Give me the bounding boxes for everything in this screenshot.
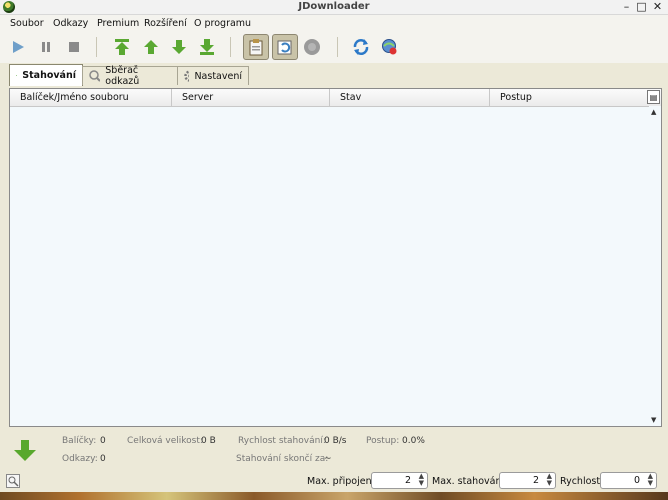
clipboard-watch-icon[interactable] (243, 34, 269, 60)
stop-icon[interactable] (62, 35, 86, 59)
column-header-package[interactable]: Balíček/Jméno souboru (10, 89, 172, 106)
move-to-bottom-icon[interactable] (195, 35, 219, 59)
toolbar-separator (230, 37, 231, 57)
packages-value: 0 (100, 436, 106, 446)
vertical-scrollbar[interactable]: ▲ ▼ (649, 106, 661, 426)
desktop-background-strip (0, 492, 668, 500)
eta-label: Stahování skončí za: (236, 454, 329, 464)
speed-value: 0 B/s (324, 436, 347, 446)
maximize-button[interactable]: □ (634, 0, 649, 14)
tab-nastaveni[interactable]: Nastavení (177, 66, 249, 85)
max-connections-label: Max. připojení (307, 476, 375, 487)
toolbar (0, 33, 668, 63)
auto-reconnect-icon[interactable] (272, 34, 298, 60)
column-header-status[interactable]: Stav (330, 89, 490, 106)
tab-label: Nastavení (194, 70, 242, 82)
column-header-server[interactable]: Server (172, 89, 330, 106)
links-label: Odkazy: (62, 454, 98, 464)
play-icon[interactable] (6, 35, 30, 59)
max-connections-value: 2 (404, 475, 411, 486)
max-downloads-value: 2 (532, 475, 539, 486)
speed-label: Rychlost stahování: (238, 436, 326, 446)
total-size-value: 0 B (201, 436, 216, 446)
download-arrow-icon (16, 75, 18, 77)
tab-bar: Stahování Sběrač odkazů Nastavení (0, 64, 668, 87)
links-value: 0 (100, 454, 106, 464)
download-big-arrow-icon (14, 440, 36, 461)
column-header-progress[interactable]: Postup (490, 89, 646, 106)
progress-label: Postup: (366, 436, 400, 446)
tab-label: Sběrač odkazů (105, 65, 140, 87)
tab-stahovani[interactable]: Stahování (9, 64, 83, 86)
speed-limit-value: 0 (633, 475, 640, 486)
close-button[interactable]: ✕ (650, 0, 665, 14)
gear-icon (184, 70, 190, 82)
tab-sberac-odkazu[interactable]: Sběrač odkazů (82, 65, 178, 87)
download-table[interactable]: Balíček/Jméno souboru Server Stav Postup… (9, 88, 662, 427)
menu-premium[interactable]: Premium (97, 18, 139, 29)
spinner-arrows-icon[interactable]: ▲ ▼ (648, 473, 653, 487)
move-up-icon[interactable] (139, 35, 163, 59)
reconnect-icon[interactable] (349, 35, 373, 59)
menu-bar: Soubor Odkazy Premium Rozšíření O progra… (0, 15, 668, 33)
menu-odkazy[interactable]: Odkazy (53, 18, 88, 29)
max-downloads-spinner[interactable]: 2 ▲ ▼ (499, 472, 556, 489)
speed-limit-label: Rychlost (560, 476, 601, 487)
move-to-top-icon[interactable] (110, 35, 134, 59)
toolbar-separator (337, 37, 338, 57)
speedmeter-icon[interactable] (6, 474, 20, 488)
link-grabber-icon (89, 70, 101, 82)
move-down-icon[interactable] (167, 35, 191, 59)
minimize-button[interactable]: – (619, 0, 634, 14)
progress-value: 0.0% (402, 436, 425, 446)
menu-soubor[interactable]: Soubor (10, 18, 44, 29)
menu-o-programu[interactable]: O programu (194, 18, 251, 29)
stats-panel: Balíčky: 0 Odkazy: 0 Celková velikost: 0… (0, 428, 668, 470)
packages-label: Balíčky: (62, 436, 97, 446)
max-connections-spinner[interactable]: 2 ▲ ▼ (371, 472, 428, 489)
spinner-arrows-icon[interactable]: ▲ ▼ (419, 473, 424, 487)
tab-label: Stahování (22, 70, 76, 81)
max-downloads-label: Max. stahování (432, 476, 505, 487)
menu-rozsireni[interactable]: Rozšíření (144, 18, 187, 29)
column-config-icon[interactable]: ▤ (647, 90, 660, 104)
pause-icon[interactable] (34, 35, 58, 59)
eta-value: ~ (324, 454, 332, 464)
scroll-down-arrow-icon[interactable]: ▼ (651, 416, 656, 424)
scroll-up-arrow-icon[interactable]: ▲ (651, 108, 656, 116)
window-title: JDownloader (298, 1, 370, 12)
spinner-arrows-icon[interactable]: ▲ ▼ (547, 473, 552, 487)
table-header: Balíček/Jméno souboru Server Stav Postup… (10, 89, 661, 107)
status-bar: Max. připojení 2 ▲ ▼ Max. stahování 2 ▲ ▼ … (0, 470, 668, 492)
speed-limit-spinner[interactable]: 0 ▲ ▼ (600, 472, 657, 489)
toolbar-separator (96, 37, 97, 57)
premium-toggle-icon[interactable] (300, 35, 324, 59)
update-icon[interactable] (377, 35, 401, 59)
title-bar: JDownloader – □ ✕ (0, 0, 668, 15)
total-size-label: Celková velikost: (127, 436, 203, 446)
